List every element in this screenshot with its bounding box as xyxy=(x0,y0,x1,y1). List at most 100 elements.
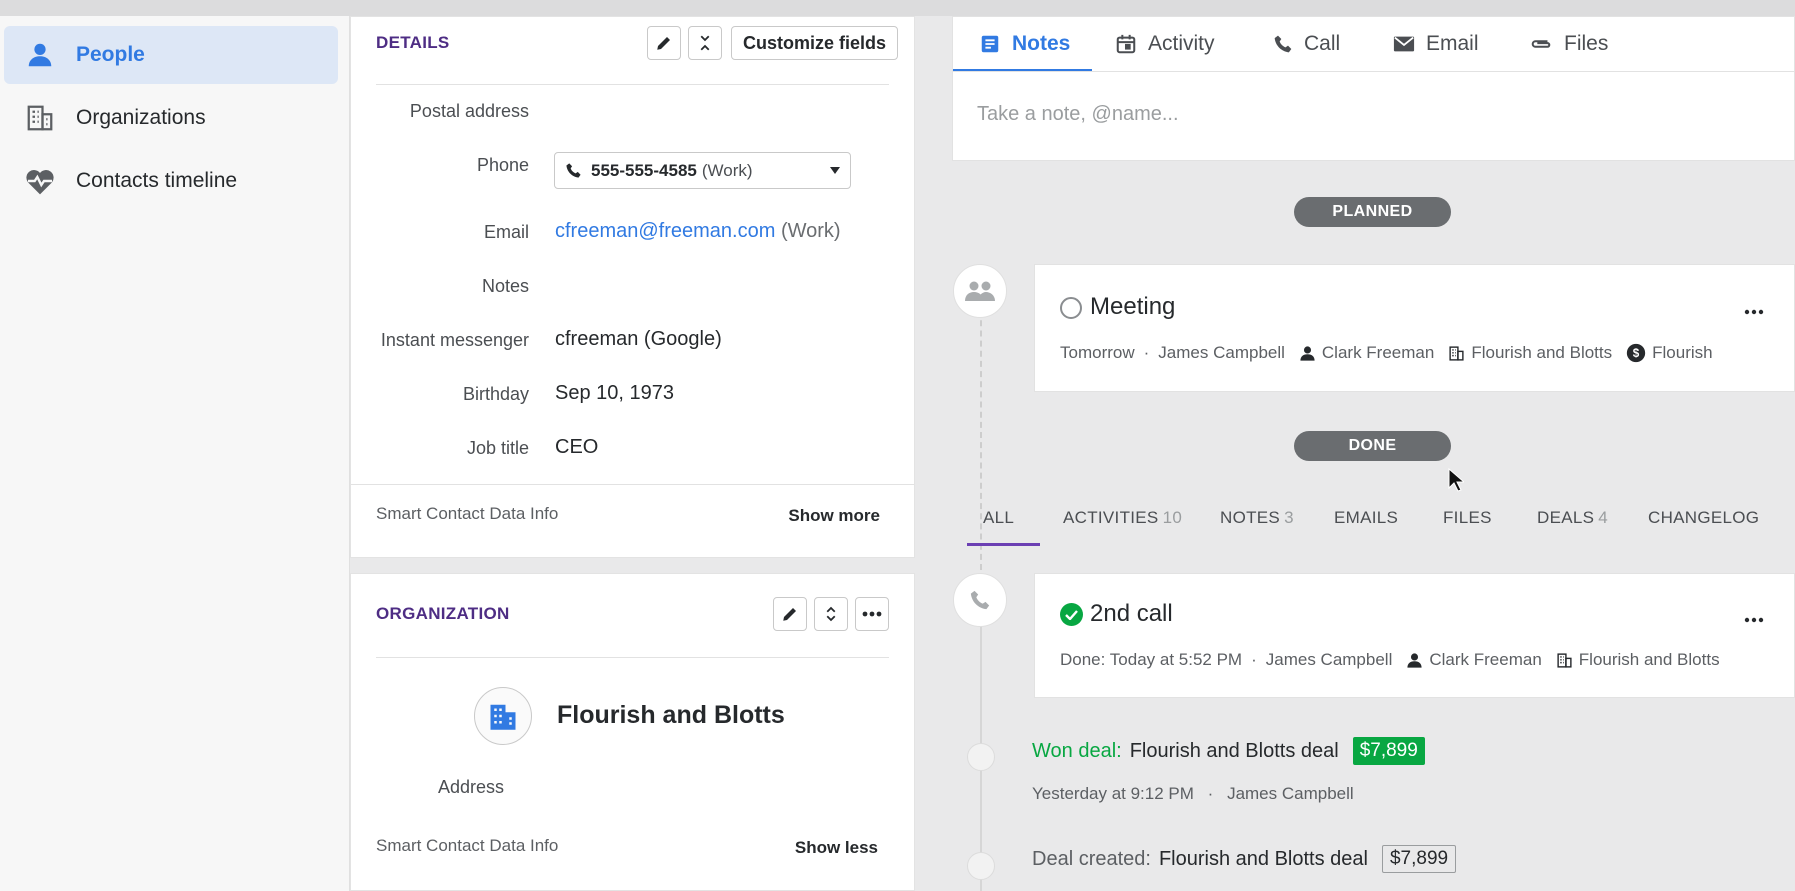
filter-label: DEALS xyxy=(1537,508,1595,527)
postal-address-label: Postal address xyxy=(409,101,529,121)
call-more-button[interactable] xyxy=(1744,610,1764,628)
filter-label: FILES xyxy=(1443,508,1492,527)
linked-deal[interactable]: $ Flourish xyxy=(1626,343,1713,363)
tab-label: Files xyxy=(1564,32,1609,55)
filter-tab-emails[interactable]: EMAILS xyxy=(1334,508,1398,528)
activity-owner: James Campbell xyxy=(1265,650,1393,669)
chevron-down-icon xyxy=(830,167,840,174)
won-deal-name[interactable]: Flourish and Blotts deal xyxy=(1130,740,1339,763)
separator: · xyxy=(1251,650,1257,669)
mark-done-checkbox[interactable] xyxy=(1060,297,1082,319)
more-icon xyxy=(1744,309,1764,315)
filter-tab-deals[interactable]: DEALS 4 xyxy=(1537,508,1608,528)
deal-created-name[interactable]: Flourish and Blotts deal xyxy=(1159,848,1368,871)
filter-tab-activities[interactable]: ACTIVITIES 10 xyxy=(1063,508,1182,528)
more-icon xyxy=(862,611,882,617)
won-deal-time: Yesterday at 9:12 PM xyxy=(1032,784,1194,803)
filter-tab-notes[interactable]: NOTES 3 xyxy=(1220,508,1294,528)
email-link[interactable]: cfreeman@freeman.com xyxy=(555,220,775,242)
separator: · xyxy=(1207,784,1214,803)
planned-badge: PLANNED xyxy=(1294,197,1451,227)
timeline-meeting-marker xyxy=(953,264,1007,318)
tab-call[interactable]: Call xyxy=(1273,17,1340,71)
filter-tab-changelog[interactable]: CHANGELOG xyxy=(1648,508,1759,528)
note-composer: Notes Activity Call Email Files xyxy=(952,16,1795,161)
organization-panel: ORGANIZATION Flourish and Blotts Address… xyxy=(350,573,915,891)
building-icon xyxy=(22,100,58,136)
smart-contact-data-info: Smart Contact Data Info xyxy=(376,504,559,523)
pencil-icon xyxy=(783,608,796,621)
activity-due: Tomorrow xyxy=(1060,343,1135,362)
address-label: Address xyxy=(437,777,504,797)
meeting-activity-card: Meeting Tomorrow · James Campbell Clark … xyxy=(1034,264,1795,392)
organization-name[interactable]: Flourish and Blotts xyxy=(557,701,785,730)
filter-tab-files[interactable]: FILES xyxy=(1443,508,1492,528)
tab-label: Email xyxy=(1426,32,1479,55)
instant-messenger-label: Instant messenger xyxy=(380,330,529,350)
note-input[interactable] xyxy=(977,103,1757,126)
tab-label: Notes xyxy=(1012,32,1071,55)
note-icon xyxy=(979,33,1001,55)
person-icon xyxy=(22,37,58,73)
birthday-label: Birthday xyxy=(462,384,529,404)
timeline-dot xyxy=(967,852,995,880)
linked-person[interactable]: Clark Freeman xyxy=(1299,343,1434,363)
window-top-strip xyxy=(0,0,1795,16)
activity-meta: Tomorrow · James Campbell Clark Freeman … xyxy=(1060,343,1713,363)
customize-fields-button[interactable]: Customize fields xyxy=(731,26,899,60)
activity-done-time: Done: Today at 5:52 PM xyxy=(1060,650,1243,669)
sidebar-item-organizations[interactable]: Organizations xyxy=(4,89,338,147)
building-icon xyxy=(1557,652,1572,668)
deal-created-entry: Deal created: Flourish and Blotts deal $… xyxy=(1032,845,1457,873)
activity-title[interactable]: 2nd call xyxy=(1090,600,1173,628)
job-title-label: Job title xyxy=(466,438,529,458)
phone-icon xyxy=(1273,34,1293,54)
tab-files[interactable]: Files xyxy=(1529,17,1608,71)
done-badge: DONE xyxy=(1294,431,1451,461)
organization-more-button[interactable] xyxy=(855,597,889,631)
heartbeat-icon xyxy=(22,163,58,199)
activity-title[interactable]: Meeting xyxy=(1090,293,1175,321)
deal-created-label: Deal created: xyxy=(1032,847,1151,870)
dollar-icon: $ xyxy=(1626,343,1646,363)
filter-tab-all[interactable]: ALL xyxy=(983,508,1014,528)
notes-label: Notes xyxy=(481,276,529,296)
done-check-icon[interactable] xyxy=(1060,603,1083,626)
linked-person[interactable]: Clark Freeman xyxy=(1406,650,1542,670)
separator: · xyxy=(1143,343,1150,362)
tab-label: Activity xyxy=(1148,32,1215,55)
filter-label: EMAILS xyxy=(1334,508,1399,527)
expand-icon xyxy=(826,606,836,622)
meeting-more-button[interactable] xyxy=(1744,302,1764,320)
divider xyxy=(376,657,889,658)
show-more-link[interactable]: Show more xyxy=(788,506,880,526)
tab-activity[interactable]: Activity xyxy=(1115,17,1215,71)
phone-icon xyxy=(566,163,581,178)
instant-messenger-value: cfreeman (Google) xyxy=(555,328,722,350)
phone-select[interactable]: 555-555-4585 (Work) xyxy=(554,152,851,189)
edit-organization-button[interactable] xyxy=(773,597,807,631)
edit-details-button[interactable] xyxy=(647,26,681,60)
sidebar-item-people[interactable]: People xyxy=(4,26,338,84)
divider xyxy=(376,84,889,85)
people-icon xyxy=(965,281,995,301)
timeline-line xyxy=(980,300,982,570)
show-less-link[interactable]: Show less xyxy=(795,838,878,858)
pencil-icon xyxy=(657,37,670,50)
filter-label: NOTES xyxy=(1220,508,1281,527)
paperclip-icon xyxy=(1529,36,1553,52)
linked-organization[interactable]: Flourish and Blotts xyxy=(1556,650,1720,670)
expand-organization-button[interactable] xyxy=(814,597,848,631)
birthday-value: Sep 10, 1973 xyxy=(555,382,674,404)
building-icon xyxy=(490,704,516,730)
linked-organization[interactable]: Flourish and Blotts xyxy=(1448,343,1612,363)
filter-label: ALL xyxy=(983,508,1015,527)
tab-email[interactable]: Email xyxy=(1393,17,1479,71)
collapse-details-button[interactable] xyxy=(688,26,722,60)
filter-count: 4 xyxy=(1598,508,1609,527)
sidebar-item-contacts-timeline[interactable]: Contacts timeline xyxy=(4,152,338,210)
mouse-cursor-icon xyxy=(1448,468,1464,492)
tab-notes[interactable]: Notes xyxy=(979,17,1070,71)
won-deal-owner: James Campbell xyxy=(1227,784,1354,803)
timeline-call-marker xyxy=(953,573,1007,627)
